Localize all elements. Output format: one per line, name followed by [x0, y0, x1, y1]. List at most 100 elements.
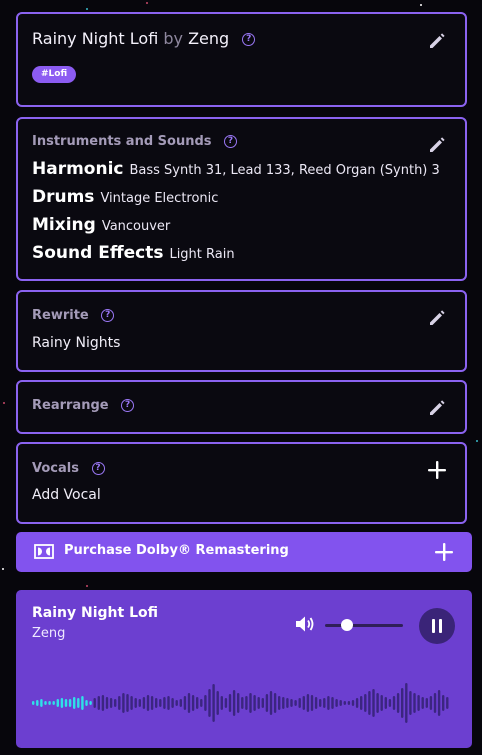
- waveform-bar[interactable]: [224, 698, 228, 708]
- waveform-bar[interactable]: [216, 691, 219, 715]
- waveform-bar[interactable]: [109, 698, 113, 708]
- waveform-bar[interactable]: [179, 699, 182, 707]
- purchase-dolby-button[interactable]: Purchase Dolby® Remastering: [16, 532, 472, 572]
- waveform-bar[interactable]: [32, 701, 35, 705]
- waveform-bar[interactable]: [335, 699, 338, 707]
- waveform-bar[interactable]: [241, 697, 244, 709]
- waveform-bar[interactable]: [286, 698, 289, 708]
- help-icon[interactable]: ?: [121, 399, 135, 412]
- waveform-bar[interactable]: [77, 698, 80, 708]
- waveform[interactable]: [16, 660, 472, 748]
- waveform-bar[interactable]: [138, 699, 141, 707]
- waveform-bar[interactable]: [429, 696, 433, 710]
- waveform-bar[interactable]: [343, 701, 346, 705]
- waveform-bar[interactable]: [323, 698, 326, 708]
- edit-icon[interactable]: [427, 307, 447, 327]
- waveform-bar[interactable]: [68, 699, 72, 707]
- waveform-bar[interactable]: [319, 699, 322, 707]
- waveform-bar[interactable]: [159, 699, 162, 707]
- waveform-bar[interactable]: [81, 696, 84, 710]
- waveform-bar[interactable]: [183, 696, 187, 710]
- waveform-bar[interactable]: [376, 693, 379, 713]
- help-icon[interactable]: ?: [101, 309, 115, 322]
- waveform-bar[interactable]: [60, 698, 64, 708]
- waveform-bar[interactable]: [232, 690, 236, 716]
- waveform-bar[interactable]: [265, 694, 269, 712]
- waveform-bar[interactable]: [114, 699, 117, 707]
- waveform-bar[interactable]: [347, 701, 351, 705]
- waveform-bar[interactable]: [261, 698, 264, 708]
- waveform-bar[interactable]: [388, 699, 392, 707]
- waveform-bar[interactable]: [89, 701, 92, 705]
- waveform-bar[interactable]: [36, 700, 39, 706]
- waveform-bar[interactable]: [187, 693, 191, 713]
- waveform-bar[interactable]: [220, 696, 223, 710]
- waveform-bar[interactable]: [142, 697, 146, 709]
- volume-slider[interactable]: [325, 624, 403, 627]
- waveform-bar[interactable]: [339, 700, 342, 706]
- help-icon[interactable]: ?: [242, 33, 256, 46]
- add-vocal-link[interactable]: Add Vocal: [32, 487, 101, 503]
- waveform-bar[interactable]: [314, 697, 318, 709]
- waveform-bar[interactable]: [294, 700, 297, 706]
- waveform-bar[interactable]: [134, 698, 137, 708]
- waveform-bar[interactable]: [396, 693, 400, 713]
- waveform-bar[interactable]: [204, 695, 207, 711]
- waveform-bar[interactable]: [290, 699, 293, 707]
- waveform-bar[interactable]: [64, 699, 68, 707]
- waveform-bar[interactable]: [351, 700, 355, 706]
- waveform-bar[interactable]: [118, 696, 121, 710]
- waveform-bar[interactable]: [146, 695, 150, 711]
- plus-icon[interactable]: [434, 542, 454, 562]
- waveform-bar[interactable]: [413, 693, 416, 713]
- waveform-bar[interactable]: [191, 695, 195, 711]
- waveform-bar[interactable]: [48, 701, 51, 705]
- waveform-bar[interactable]: [331, 697, 334, 709]
- waveform-bar[interactable]: [257, 697, 260, 709]
- plus-icon[interactable]: [427, 460, 447, 480]
- waveform-bar[interactable]: [269, 691, 273, 715]
- help-icon[interactable]: ?: [224, 135, 238, 148]
- waveform-bar[interactable]: [433, 693, 437, 713]
- waveform-bar[interactable]: [327, 696, 330, 710]
- waveform-bar[interactable]: [105, 697, 109, 709]
- waveform-bar[interactable]: [417, 695, 420, 711]
- waveform-bar[interactable]: [355, 698, 359, 708]
- waveform-bar[interactable]: [384, 697, 387, 709]
- waveform-bar[interactable]: [208, 689, 211, 717]
- edit-icon[interactable]: [427, 397, 447, 417]
- waveform-bar[interactable]: [446, 697, 449, 709]
- genre-tag[interactable]: #Lofi: [32, 66, 77, 83]
- waveform-bar[interactable]: [52, 701, 55, 705]
- waveform-bar[interactable]: [306, 694, 310, 712]
- waveform-bar[interactable]: [442, 695, 445, 711]
- waveform-bar[interactable]: [392, 696, 396, 710]
- waveform-bar[interactable]: [298, 698, 301, 708]
- waveform-bar[interactable]: [97, 696, 100, 710]
- waveform-bar[interactable]: [421, 697, 424, 709]
- waveform-bar[interactable]: [228, 694, 232, 712]
- waveform-bar[interactable]: [175, 700, 178, 706]
- help-icon[interactable]: ?: [91, 462, 105, 475]
- waveform-bar[interactable]: [212, 684, 215, 722]
- waveform-bar[interactable]: [101, 695, 105, 711]
- waveform-bar[interactable]: [372, 689, 375, 717]
- waveform-bar[interactable]: [85, 700, 88, 706]
- waveform-bar[interactable]: [171, 698, 174, 708]
- edit-icon[interactable]: [427, 30, 447, 50]
- waveform-bar[interactable]: [130, 696, 133, 710]
- pause-button[interactable]: [419, 608, 455, 644]
- waveform-bar[interactable]: [278, 696, 281, 710]
- waveform-bar[interactable]: [167, 696, 170, 710]
- waveform-bar[interactable]: [364, 694, 367, 712]
- waveform-bar[interactable]: [380, 695, 383, 711]
- edit-icon[interactable]: [427, 134, 447, 154]
- waveform-bar[interactable]: [126, 694, 129, 712]
- waveform-bar[interactable]: [237, 693, 240, 713]
- waveform-bar[interactable]: [437, 690, 441, 716]
- volume-icon[interactable]: [294, 614, 316, 634]
- waveform-bar[interactable]: [401, 688, 404, 718]
- waveform-bar[interactable]: [302, 696, 305, 710]
- waveform-bar[interactable]: [122, 693, 125, 713]
- waveform-bar[interactable]: [163, 697, 166, 709]
